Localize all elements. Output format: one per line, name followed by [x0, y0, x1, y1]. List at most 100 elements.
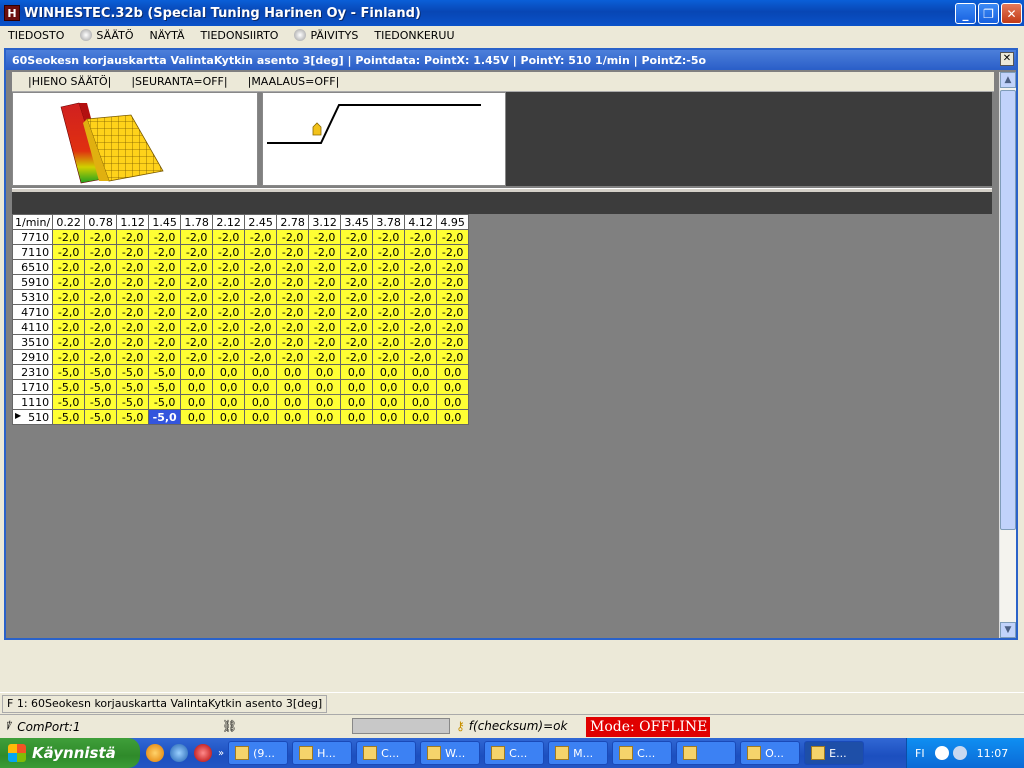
- map-cell[interactable]: -2,0: [404, 349, 438, 365]
- map-cell[interactable]: -5,0: [116, 409, 150, 425]
- language-indicator[interactable]: FI: [915, 747, 925, 760]
- map-cell[interactable]: 0,0: [340, 364, 374, 380]
- taskbar-window-button[interactable]: E...: [804, 741, 865, 765]
- clock[interactable]: 11:07: [977, 747, 1009, 760]
- map-cell[interactable]: -2,0: [52, 304, 86, 320]
- row-header[interactable]: 1710: [11, 379, 54, 395]
- column-header[interactable]: 2.12: [212, 214, 246, 230]
- map-cell[interactable]: -2,0: [84, 244, 118, 260]
- column-header[interactable]: 2.78: [276, 214, 310, 230]
- restore-button[interactable]: ❐: [978, 3, 999, 24]
- map-cell[interactable]: -5,0: [84, 409, 118, 425]
- menu-saato[interactable]: SÄÄTÖ: [72, 29, 141, 42]
- map-cell[interactable]: -2,0: [244, 289, 278, 305]
- map-cell[interactable]: -2,0: [212, 244, 246, 260]
- row-header[interactable]: 4710: [11, 304, 54, 320]
- map-cell[interactable]: -2,0: [148, 334, 182, 350]
- map-cell[interactable]: -2,0: [340, 334, 374, 350]
- quicklaunch-icon[interactable]: [146, 744, 164, 762]
- column-header[interactable]: 1.45: [148, 214, 182, 230]
- map-window-close-button[interactable]: ✕: [1000, 52, 1014, 66]
- map-cell[interactable]: -2,0: [244, 319, 278, 335]
- map-cell[interactable]: 0,0: [212, 394, 246, 410]
- map-cell[interactable]: 0,0: [308, 394, 342, 410]
- map-cell[interactable]: -2,0: [244, 304, 278, 320]
- map-cell[interactable]: -2,0: [340, 289, 374, 305]
- column-header[interactable]: 0.22: [52, 214, 86, 230]
- column-header[interactable]: 2.45: [244, 214, 278, 230]
- taskbar-window-button[interactable]: (9...: [228, 741, 289, 765]
- row-header[interactable]: 6510: [11, 259, 54, 275]
- map-cell[interactable]: -2,0: [436, 229, 470, 245]
- map-cell[interactable]: -2,0: [212, 289, 246, 305]
- map-cell[interactable]: -5,0: [148, 394, 182, 410]
- map-cell[interactable]: 0,0: [276, 379, 310, 395]
- map-cell[interactable]: -2,0: [276, 319, 310, 335]
- column-header[interactable]: 4.12: [404, 214, 438, 230]
- map-cell[interactable]: -2,0: [116, 289, 150, 305]
- map-cell[interactable]: 0,0: [404, 364, 438, 380]
- map-cell[interactable]: -2,0: [116, 334, 150, 350]
- map-cell[interactable]: -2,0: [340, 229, 374, 245]
- map-cell[interactable]: -2,0: [308, 289, 342, 305]
- taskbar-window-button[interactable]: O...: [740, 741, 801, 765]
- map-cell[interactable]: 0,0: [308, 379, 342, 395]
- map-cell[interactable]: -2,0: [116, 229, 150, 245]
- row-header[interactable]: 7710: [11, 229, 54, 245]
- map-cell[interactable]: -2,0: [308, 259, 342, 275]
- map-cell[interactable]: -2,0: [84, 229, 118, 245]
- map-cell[interactable]: -2,0: [212, 334, 246, 350]
- map-cell[interactable]: -2,0: [212, 274, 246, 290]
- map-cell[interactable]: -2,0: [52, 289, 86, 305]
- map-cell[interactable]: -2,0: [84, 349, 118, 365]
- map-cell[interactable]: 0,0: [340, 409, 374, 425]
- map-cell[interactable]: -2,0: [212, 304, 246, 320]
- map-cell[interactable]: -2,0: [180, 274, 214, 290]
- map-cell[interactable]: 0,0: [180, 379, 214, 395]
- taskbar-window-button[interactable]: W...: [420, 741, 481, 765]
- map-cell[interactable]: -2,0: [180, 289, 214, 305]
- map-cell[interactable]: -2,0: [244, 229, 278, 245]
- map-cell[interactable]: -2,0: [52, 274, 86, 290]
- map-cell[interactable]: 0,0: [180, 409, 214, 425]
- menu-tiedosto[interactable]: TIEDOSTO: [0, 29, 72, 42]
- map-cell[interactable]: -2,0: [244, 244, 278, 260]
- map-cell[interactable]: -2,0: [244, 274, 278, 290]
- quicklaunch-icon[interactable]: [170, 744, 188, 762]
- map-cell[interactable]: -5,0: [116, 364, 150, 380]
- map-cell[interactable]: -5,0: [52, 379, 86, 395]
- map-cell[interactable]: 0,0: [276, 394, 310, 410]
- map-cell[interactable]: -2,0: [436, 319, 470, 335]
- map-cell[interactable]: -2,0: [148, 244, 182, 260]
- map-cell[interactable]: -5,0: [148, 364, 182, 380]
- map-cell[interactable]: -5,0: [52, 364, 86, 380]
- map-cell[interactable]: -2,0: [180, 229, 214, 245]
- column-header[interactable]: 3.78: [372, 214, 406, 230]
- map-cell[interactable]: -2,0: [180, 334, 214, 350]
- map-cell[interactable]: -2,0: [84, 259, 118, 275]
- column-header[interactable]: 4.95: [436, 214, 470, 230]
- map-cell[interactable]: -2,0: [276, 349, 310, 365]
- tracking-toggle[interactable]: |SEURANTA=OFF|: [115, 75, 231, 88]
- map-cell[interactable]: -2,0: [212, 349, 246, 365]
- map-cell[interactable]: -2,0: [276, 259, 310, 275]
- map-cell[interactable]: -5,0: [84, 394, 118, 410]
- column-header[interactable]: 1.78: [180, 214, 214, 230]
- map-cell[interactable]: -2,0: [308, 349, 342, 365]
- map-cell[interactable]: -2,0: [276, 274, 310, 290]
- map-cell[interactable]: -2,0: [84, 274, 118, 290]
- map-cell[interactable]: -2,0: [52, 259, 86, 275]
- taskbar-window-button[interactable]: C...: [484, 741, 545, 765]
- minimize-button[interactable]: _: [955, 3, 976, 24]
- row-header[interactable]: ▶ 510: [11, 409, 54, 425]
- menu-tiedonsiirto[interactable]: TIEDONSIIRTO: [193, 29, 287, 42]
- column-header[interactable]: 3.12: [308, 214, 342, 230]
- row-header[interactable]: 1110: [11, 394, 54, 410]
- map-cell[interactable]: -2,0: [52, 349, 86, 365]
- map-cell[interactable]: -2,0: [404, 289, 438, 305]
- surface-3d-preview[interactable]: [12, 92, 258, 186]
- map-cell[interactable]: -2,0: [84, 289, 118, 305]
- map-cell[interactable]: 0,0: [404, 409, 438, 425]
- map-cell[interactable]: -2,0: [404, 304, 438, 320]
- map-cell[interactable]: -2,0: [148, 274, 182, 290]
